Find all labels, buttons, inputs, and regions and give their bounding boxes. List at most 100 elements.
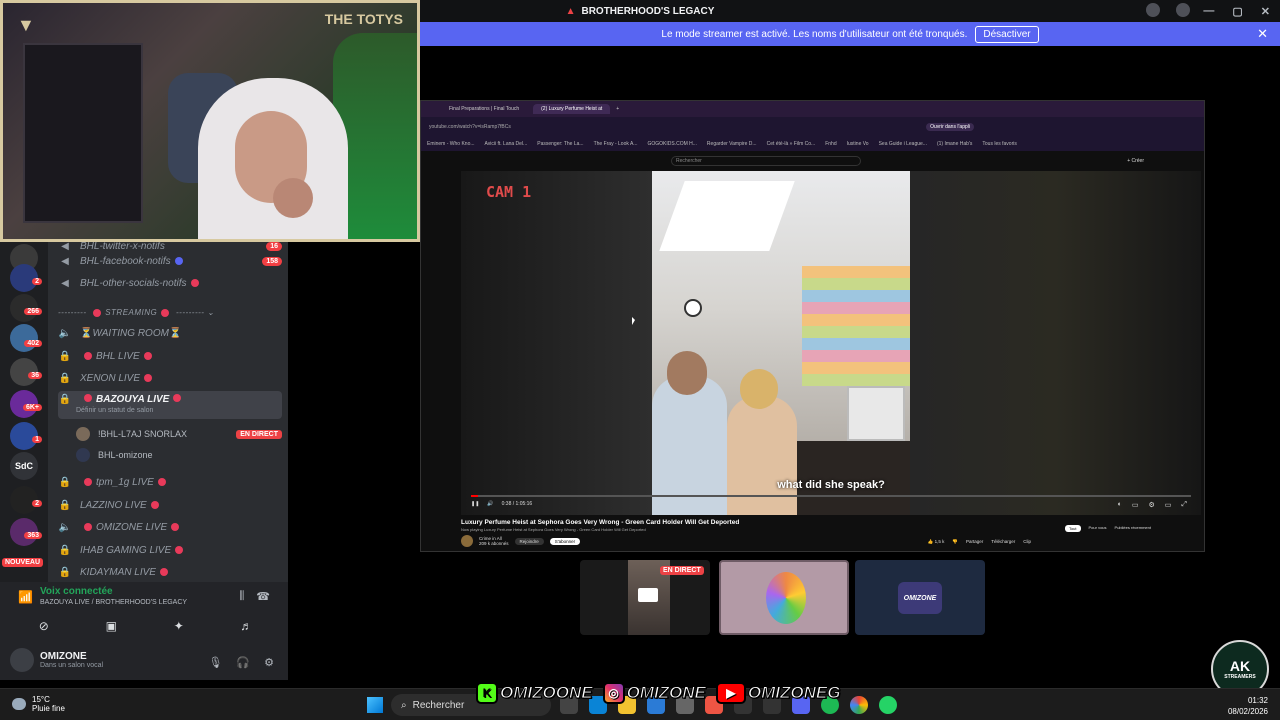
pause-icon[interactable]: ❚❚	[471, 501, 479, 507]
lock-icon: 🔒	[58, 566, 72, 578]
server-sdc[interactable]: SdC	[10, 452, 38, 480]
channel-other-socials-notifs[interactable]: ◀ BHL-other-socials-notifs	[58, 273, 282, 293]
headphones-icon[interactable]: 🎧	[236, 656, 250, 669]
user-panel[interactable]: OMIZONE Dans un salon vocal	[10, 648, 103, 672]
maximize-icon[interactable]: ▢	[1232, 5, 1242, 18]
subscribe-button[interactable]: S'abonner	[549, 537, 581, 545]
help-icon[interactable]	[1176, 3, 1190, 17]
status-dot	[84, 352, 92, 360]
voice-channel-waiting-room[interactable]: 🔈 ⏳ WAITING ROOM ⏳	[58, 323, 282, 343]
camera-off-icon[interactable]: ⊘	[16, 616, 72, 636]
youtube-header: Rechercher + Créer	[421, 151, 1204, 171]
voice-channel-bazouya-live[interactable]: 🔒 BAZOUYA LIVE Définir un statut de salo…	[58, 391, 282, 419]
category-streaming[interactable]: --------- STREAMING --------- ⌄	[58, 308, 282, 317]
share-button[interactable]: Partager	[966, 539, 983, 545]
chrome-icon[interactable]	[850, 696, 868, 714]
voice-channel-kidayman-live[interactable]: 🔒 KIDAYMAN LIVE	[58, 562, 282, 582]
bookmark[interactable]: GOGOKIDS.COM H...	[647, 141, 696, 147]
captions-icon[interactable]: ▭	[1132, 501, 1139, 509]
whatsapp-icon[interactable]	[879, 696, 897, 714]
video-blur-right	[910, 171, 1201, 515]
new-tab-icon[interactable]: +	[616, 106, 619, 112]
volume-icon[interactable]: 🔊	[487, 501, 493, 507]
bookmark[interactable]: Iustine Vo	[847, 141, 869, 147]
voice-channel-omizone-live[interactable]: 🔈 OMIZONE LIVE	[58, 517, 282, 537]
avatar	[766, 572, 806, 624]
video-player[interactable]: CAM 1 what did she speak? ❚❚ 🔊 0:38 / 1:…	[461, 171, 1201, 515]
channel-avatar[interactable]	[461, 535, 473, 547]
close-window-icon[interactable]: ✕	[1261, 5, 1270, 18]
filter-chip[interactable]: Publiées récemment	[1115, 525, 1151, 532]
bookmark[interactable]: Cet été-là » Film Co...	[767, 141, 816, 147]
voice-channel-tpm-live[interactable]: 🔒 tpm_1g LIVE	[58, 472, 282, 492]
system-clock[interactable]: 01:32 08/02/2026	[1228, 695, 1268, 717]
filter-chip[interactable]: Pour vous	[1089, 525, 1107, 532]
mouse-cursor	[632, 317, 635, 325]
bookmark[interactable]: Avicii ft. Lana Del...	[485, 141, 528, 147]
weather-widget[interactable]: 15°C Pluie fine	[12, 695, 65, 713]
filter-chip[interactable]: Tout	[1064, 525, 1081, 532]
microphone-icon[interactable]: 🎙	[208, 656, 222, 669]
close-icon[interactable]: ✕	[1257, 26, 1268, 42]
bookmark[interactable]: Sea Guide i League...	[879, 141, 927, 147]
voice-channel-xenon-live[interactable]: 🔒 XENON LIVE	[58, 368, 282, 388]
status-dot	[144, 374, 153, 382]
settings-gear-icon[interactable]: ⚙	[264, 656, 274, 669]
windows-start-icon[interactable]	[367, 697, 383, 713]
minimize-icon[interactable]: —	[1203, 5, 1214, 17]
bookmark[interactable]: Eminem - Who Kno...	[427, 141, 475, 147]
youtube-handle: ▶ OMIZONEG	[715, 682, 841, 704]
bookmark[interactable]: Tous les favoris	[982, 141, 1016, 147]
bookmark[interactable]: Passenger: The La...	[537, 141, 583, 147]
activities-icon[interactable]: ✦	[151, 616, 207, 636]
join-button[interactable]: Rejoindre	[514, 537, 544, 545]
server-icon[interactable]	[10, 324, 38, 352]
participant-tile-speaking[interactable]	[719, 560, 849, 635]
channel-status[interactable]: Définir un statut de salon	[76, 407, 153, 414]
voice-user[interactable]: !BHL-L7AJ SNORLAX EN DIRECT	[76, 425, 282, 443]
settings-icon[interactable]: ⚙	[1148, 501, 1154, 509]
disable-streamer-mode-button[interactable]: Désactiver	[975, 25, 1039, 43]
bookmark[interactable]: (1) Imane Hab's	[937, 141, 972, 147]
youtube-search-input[interactable]: Rechercher	[671, 156, 861, 166]
video-progress-bar[interactable]	[471, 495, 1191, 497]
fullscreen-icon[interactable]: ⤢	[1181, 501, 1187, 509]
brand-logo: THE TOTYS	[324, 11, 403, 27]
create-button[interactable]: + Créer	[1127, 158, 1144, 164]
participant-tile-stream[interactable]: EN DIRECT	[580, 560, 710, 635]
live-badge: EN DIRECT	[660, 566, 704, 575]
soundboard-icon[interactable]: ♬	[218, 616, 274, 636]
voice-channel-path[interactable]: BAZOUYA LIVE / BROTHERHOOD'S LEGACY	[40, 599, 187, 606]
download-button[interactable]: Télécharger	[991, 539, 1015, 545]
status-dot	[159, 568, 168, 576]
voice-channel-ihab-gaming-live[interactable]: 🔒 IHAB GAMING LIVE	[58, 540, 282, 560]
voice-connected-label[interactable]: Voix connectée	[40, 586, 113, 597]
inbox-icon[interactable]	[1146, 3, 1160, 17]
screen-share-stream[interactable]: Final Preparations | Final Touch (2) Lux…	[420, 100, 1205, 552]
disconnect-icon[interactable]: ☎	[256, 590, 270, 603]
autoplay-toggle-icon[interactable]: ◐	[1118, 501, 1122, 509]
browser-tab-active[interactable]: (2) Luxury Perfume Heist at	[533, 104, 611, 114]
clip-button[interactable]: Clip	[1023, 539, 1031, 545]
theater-icon[interactable]: ▭	[1165, 501, 1172, 509]
bookmark[interactable]: The Fray - Look A...	[594, 141, 638, 147]
like-button[interactable]: 👍 1,5 k	[928, 539, 945, 545]
mention-badge: 1	[32, 436, 42, 443]
browser-tab[interactable]: Final Preparations | Final Touch	[441, 104, 527, 114]
voice-channel-bhl-live[interactable]: 🔒 BHL LIVE	[58, 346, 282, 366]
channel-list: ◀ BHL-twitter-x-notifs 16 ◀ BHL-facebook…	[48, 242, 288, 582]
wall-clock	[684, 299, 702, 317]
dislike-icon[interactable]: 👎	[952, 539, 958, 545]
voice-user[interactable]: BHL-omizone	[76, 446, 282, 464]
lock-icon: 🔒	[58, 544, 72, 556]
address-bar[interactable]: youtube.com/watch?v=isRamp7fBCs Ouvrir d…	[421, 117, 1204, 137]
screen-share-icon[interactable]: ▣	[83, 616, 139, 636]
voice-channel-lazzino-live[interactable]: 🔒 LAZZINO LIVE	[58, 495, 282, 515]
noise-suppression-icon[interactable]: ⫼	[239, 590, 244, 603]
open-app-button[interactable]: Ouvrir dans l'appli	[926, 123, 974, 131]
bookmark[interactable]: Fnhd	[825, 141, 836, 147]
bookmark[interactable]: Regarder Vampire D...	[707, 141, 757, 147]
video-caption: what did she speak?	[777, 479, 885, 491]
participant-tile-omizone[interactable]: OMIZONE	[855, 560, 985, 635]
channel-facebook-notifs[interactable]: ◀ BHL-facebook-notifs 158	[58, 251, 282, 271]
